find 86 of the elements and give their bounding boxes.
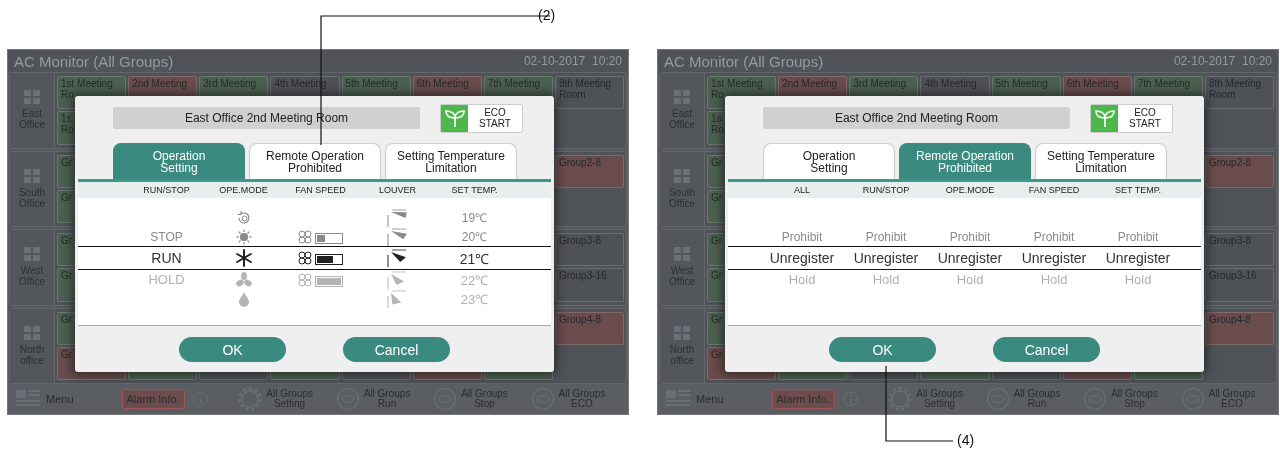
picker-option[interactable]: RUN [151,250,182,266]
grid-icon [24,247,40,262]
picker-option[interactable]: STOP [150,229,183,244]
room-label: Gr [711,348,723,360]
column-header: SET TEMP. [1114,185,1162,195]
callout-label: (4) [957,432,975,448]
room-tile[interactable]: Group4-8 [1204,311,1274,345]
tab[interactable]: Operation Setting [763,143,895,179]
fan-outline-icon [298,251,313,265]
grid-icon [24,168,40,183]
fan-speed-meter[interactable] [315,254,343,265]
sprout-icon [1094,108,1115,128]
grid-icon [674,90,690,105]
room-tile[interactable]: Group2-8 [554,154,624,188]
picker-option[interactable]: Unregister [769,250,835,266]
column-header: OPE.MODE [218,185,269,195]
picker-option[interactable]: Unregister [1105,250,1171,266]
picker-option[interactable]: 21℃ [459,248,490,268]
tab[interactable]: Setting Temperature Limitation [1035,143,1167,179]
column-header: OPE.MODE [944,185,996,195]
screen-title: AC Monitor (All Groups) [14,52,174,70]
grid-icon [674,168,690,183]
picker-option[interactable]: Hold [788,272,816,287]
grid-icon [674,325,690,340]
column-header: RUN/STOP [861,185,911,195]
snowflake-icon[interactable] [234,249,253,267]
picker-option[interactable]: HOLD [148,272,185,287]
room-tile[interactable]: Group2-8 [1204,154,1274,188]
date-time: 02-10-2017 10:20 [523,54,622,68]
room-label: Group4-8 [558,313,602,325]
picker-option[interactable]: Unregister [1021,250,1087,266]
fan-outline-icon [298,229,313,244]
room-label: 6th Meeting [1066,78,1119,89]
picker-option[interactable]: Hold [956,272,984,287]
picker-option[interactable]: Prohibit [781,229,823,244]
room-label: 6th Meeting [416,78,469,89]
column-header: SET TEMP. [450,185,499,195]
date-time: 02-10-2017 10:20 [1173,54,1272,68]
picker-option[interactable]: 20℃ [461,228,488,245]
picker-option[interactable]: Hold [1124,272,1152,287]
gear-icon [888,387,913,411]
sprout-icon [444,108,465,128]
picker-option[interactable]: Hold [1040,272,1068,287]
grid-icon [674,247,690,262]
dialog-button[interactable]: OK [829,337,936,362]
picker-option[interactable]: 19℃ [461,209,488,226]
dialog-button[interactable]: OK [179,337,286,362]
callout-label: (2) [538,7,556,23]
picker-option[interactable]: Prohibit [1117,229,1159,244]
eco-start-button[interactable]: ECO START [440,103,523,133]
alarm-info-button[interactable]: Alarm Info. [771,389,835,409]
grid-icon [24,90,40,105]
tab[interactable]: Operation Setting [113,143,245,179]
room-label: 2nd Meeting [132,78,188,89]
alarm-info-button[interactable]: Alarm Info. [121,389,185,409]
room-name-field: East Office 2nd Meeting Room [763,107,1070,129]
fan-outline-icon [298,272,313,287]
picker-option[interactable]: Prohibit [865,229,907,244]
tab[interactable]: Setting Temperature Limitation [385,143,517,179]
room-label: Group4-8 [1208,313,1252,325]
grid-icon [24,325,40,340]
picker-option[interactable]: Prohibit [1033,229,1075,244]
room-label: 2nd Meeting [782,78,838,89]
dialog-button[interactable]: Cancel [343,337,450,362]
screen-title: AC Monitor (All Groups) [664,52,824,70]
column-header: LOUVER [378,185,417,195]
picker-option[interactable]: 23℃ [460,289,489,308]
column-header: FAN SPEED [294,185,347,195]
picker-option[interactable]: Unregister [853,250,919,266]
eco-start-button[interactable]: ECO START [1090,103,1173,133]
picker-option[interactable]: 22℃ [460,270,489,289]
auto-mode-icon[interactable] [235,209,252,226]
room-label: Group2-8 [1208,156,1252,168]
picker-option[interactable]: Unregister [937,250,1003,266]
column-header: RUN/STOP [142,185,191,195]
room-tile[interactable]: Group4-8 [554,311,624,345]
room-label: Gr [61,348,73,360]
column-header: FAN SPEED [1027,185,1081,195]
picker-option[interactable]: Hold [872,272,900,287]
drop-icon[interactable] [237,290,250,307]
tab[interactable]: Remote Operation Prohibited [899,143,1031,179]
column-header: ALL [793,185,811,195]
dialog-button[interactable]: Cancel [993,337,1100,362]
room-label: Group2-8 [558,156,602,168]
picker-option[interactable]: Prohibit [949,229,991,244]
tab[interactable]: Remote Operation Prohibited [249,143,381,179]
